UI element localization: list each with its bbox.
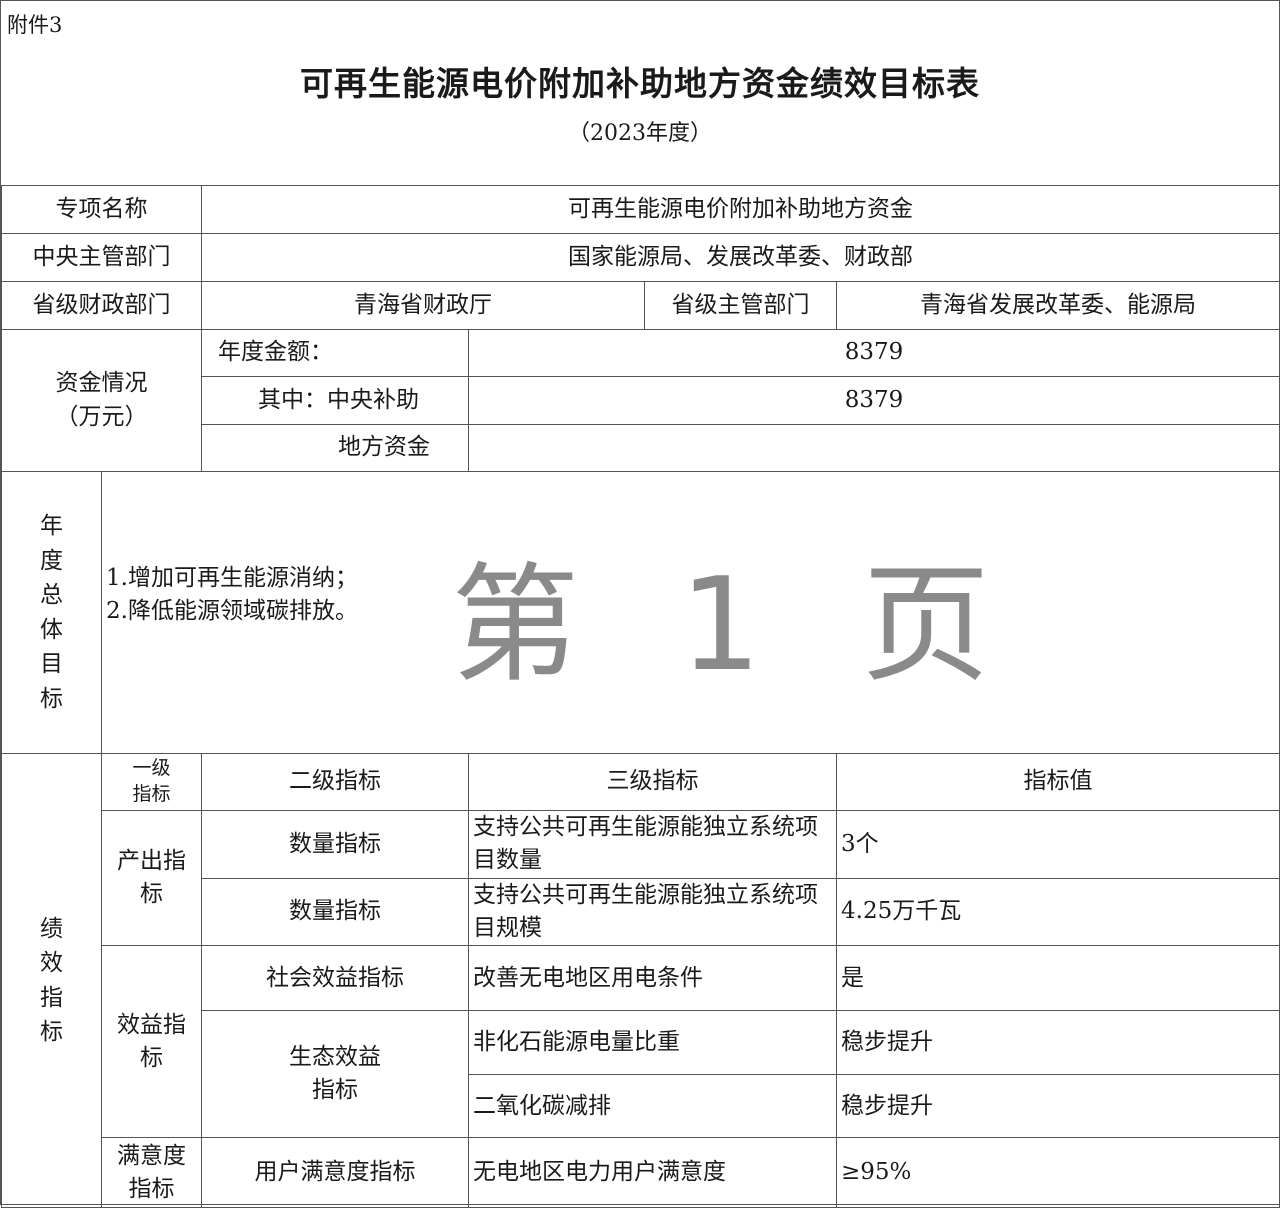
- central-subsidy-label: 其中：中央补助: [201, 376, 469, 425]
- prov-dept-label: 省级主管部门: [644, 281, 837, 330]
- header-level1: 一级指标: [101, 753, 202, 811]
- row-funds-annual: 资金情况 （万元） 年度金额： 8379: [1, 329, 1280, 472]
- satisfaction-indicator-label: 满意度指标: [101, 1137, 202, 1208]
- project-name-value: 可再生能源电价附加补助地方资金: [200, 185, 1280, 234]
- value-cell: 稳步提升: [835, 1010, 1280, 1076]
- table-row: 满意度指标 用户满意度指标 无电地区电力用户满意度 ≥95%: [2, 1137, 1280, 1208]
- annual-goal-label-text: 年度总体目标: [39, 513, 63, 712]
- prov-finance-label: 省级财政部门: [1, 281, 202, 330]
- document-page: 附件3 可再生能源电价附加补助地方资金绩效目标表 （2023年度） 专项名称 可…: [0, 0, 1280, 1208]
- local-funds-label: 地方资金: [201, 424, 469, 472]
- value-cell: 3个: [835, 810, 1280, 879]
- value-cell: 稳步提升: [835, 1074, 1280, 1139]
- level3-cell: 改善无电地区用电条件: [468, 945, 837, 1012]
- year-subtitle: （2023年度）: [568, 121, 712, 146]
- funds-label-line1: 资金情况: [55, 370, 148, 397]
- central-dept-label: 中央主管部门: [1, 233, 202, 282]
- level3-cell: 无电地区电力用户满意度: [468, 1137, 837, 1208]
- level2-cell: 用户满意度指标: [201, 1137, 469, 1208]
- level2-cell: 生态效益指标: [201, 1010, 469, 1139]
- funds-label-line2: （万元）: [55, 403, 148, 430]
- funds-label: 资金情况 （万元）: [1, 329, 202, 472]
- annual-amount-label: 年度金额：: [201, 329, 469, 377]
- level3-cell: 支持公共可再生能源能独立系统项目数量: [468, 810, 837, 879]
- page-number-watermark: 第 1 页: [451, 551, 1020, 700]
- page-title: 可再生能源电价附加补助地方资金绩效目标表: [300, 64, 980, 103]
- row-indicator-headers: 绩效指标 一级指标 二级指标 三级指标 指标值: [1, 752, 1280, 1208]
- central-subsidy-value: 8379: [467, 376, 1280, 425]
- level3-cell: 支持公共可再生能源能独立系统项目规模: [468, 877, 837, 947]
- header-level3: 三级指标: [468, 753, 837, 811]
- level3-cell: 二氧化碳减排: [468, 1074, 837, 1139]
- level2-cell: 数量指标: [201, 810, 469, 879]
- value-cell: ≥95%: [835, 1137, 1280, 1208]
- project-name-label: 专项名称: [1, 185, 202, 234]
- attachment-label: 附件3: [7, 13, 63, 37]
- prov-dept-value: 青海省发展改革委、能源局: [835, 281, 1280, 330]
- value-cell: 4.25万千瓦: [835, 877, 1280, 947]
- header-value: 指标值: [835, 753, 1280, 811]
- row-central-dept: 中央主管部门 国家能源局、发展改革委、财政部: [1, 233, 1280, 282]
- level2-cell: 社会效益指标: [201, 945, 469, 1012]
- row-project-name: 专项名称 可再生能源电价附加补助地方资金: [1, 185, 1280, 234]
- central-dept-value: 国家能源局、发展改革委、财政部: [200, 233, 1280, 282]
- output-indicator-label: 产出指标: [101, 809, 202, 947]
- value-cell: 是: [835, 945, 1280, 1012]
- table-row: 产出指标 数量指标 支持公共可再生能源能独立系统项目数量 3个: [2, 809, 1280, 947]
- performance-label: 绩效指标: [1, 752, 102, 1208]
- row-provincial-dept: 省级财政部门 青海省财政厅 省级主管部门 青海省发展改革委、能源局: [1, 281, 1280, 330]
- table-row: 效益指标 社会效益指标 改善无电地区用电条件 是: [2, 945, 1280, 1139]
- benefit-indicator-label: 效益指标: [101, 945, 202, 1139]
- header-level2: 二级指标: [201, 753, 469, 811]
- annual-amount-value: 8379: [467, 329, 1280, 377]
- local-funds-value: [467, 424, 1280, 472]
- performance-label-text: 绩效指标: [39, 915, 63, 1046]
- level2-cell: 数量指标: [201, 877, 469, 947]
- annual-goal-label: 年度总体目标: [1, 471, 102, 754]
- prov-finance-value: 青海省财政厅: [201, 281, 645, 330]
- level3-cell: 非化石能源电量比重: [468, 1010, 837, 1076]
